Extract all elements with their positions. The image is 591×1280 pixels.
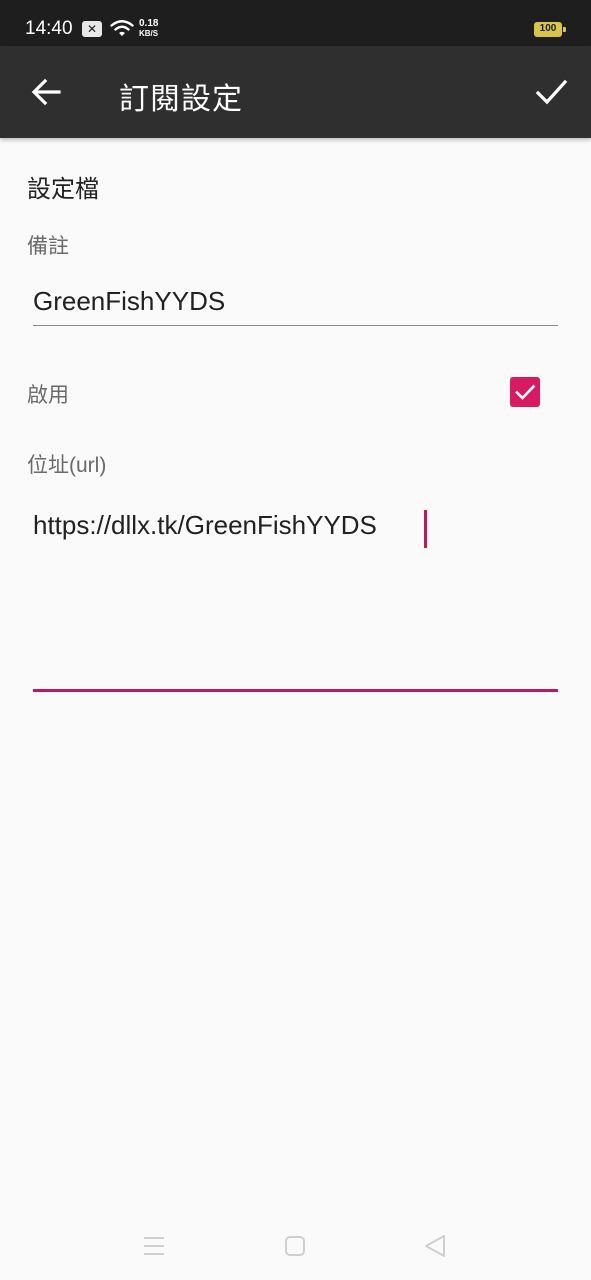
page-title: 訂閱設定 (119, 83, 243, 116)
url-label: 位址(url) (27, 454, 107, 477)
remark-input[interactable] (33, 278, 558, 326)
x-notification-icon: ✕ (82, 21, 102, 37)
save-button[interactable] (528, 68, 576, 116)
text-caret (424, 510, 427, 548)
check-icon (535, 79, 568, 105)
wifi-icon (110, 20, 134, 36)
net-speed-unit: KB/S (139, 29, 159, 38)
battery-icon: 100 (534, 22, 566, 37)
remark-label: 備註 (27, 235, 69, 258)
nav-back-button[interactable] (420, 1231, 450, 1261)
navigation-bar (0, 1210, 591, 1280)
status-time: 14:40 (25, 18, 73, 39)
battery-level: 100 (539, 23, 557, 34)
enable-label: 啟用 (27, 384, 69, 407)
menu-icon (144, 1237, 164, 1255)
menu-button[interactable] (139, 1231, 169, 1261)
net-speed-value: 0.18 (139, 18, 159, 29)
enable-checkbox[interactable] (510, 377, 540, 407)
checkmark-icon (515, 384, 536, 400)
arrow-left-icon (31, 78, 61, 106)
status-bar: 14:40 ✕ 0.18 KB/S 100 (0, 0, 591, 46)
back-button[interactable] (22, 68, 70, 116)
app-bar: 訂閱設定 (0, 46, 591, 138)
home-button[interactable] (280, 1231, 310, 1261)
net-speed: 0.18 KB/S (139, 19, 158, 39)
url-input[interactable]: https://dllx.tk/GreenFishYYDS (33, 508, 558, 692)
home-square-icon (285, 1236, 305, 1256)
back-triangle-icon (425, 1235, 445, 1257)
section-title: 設定檔 (27, 176, 99, 203)
